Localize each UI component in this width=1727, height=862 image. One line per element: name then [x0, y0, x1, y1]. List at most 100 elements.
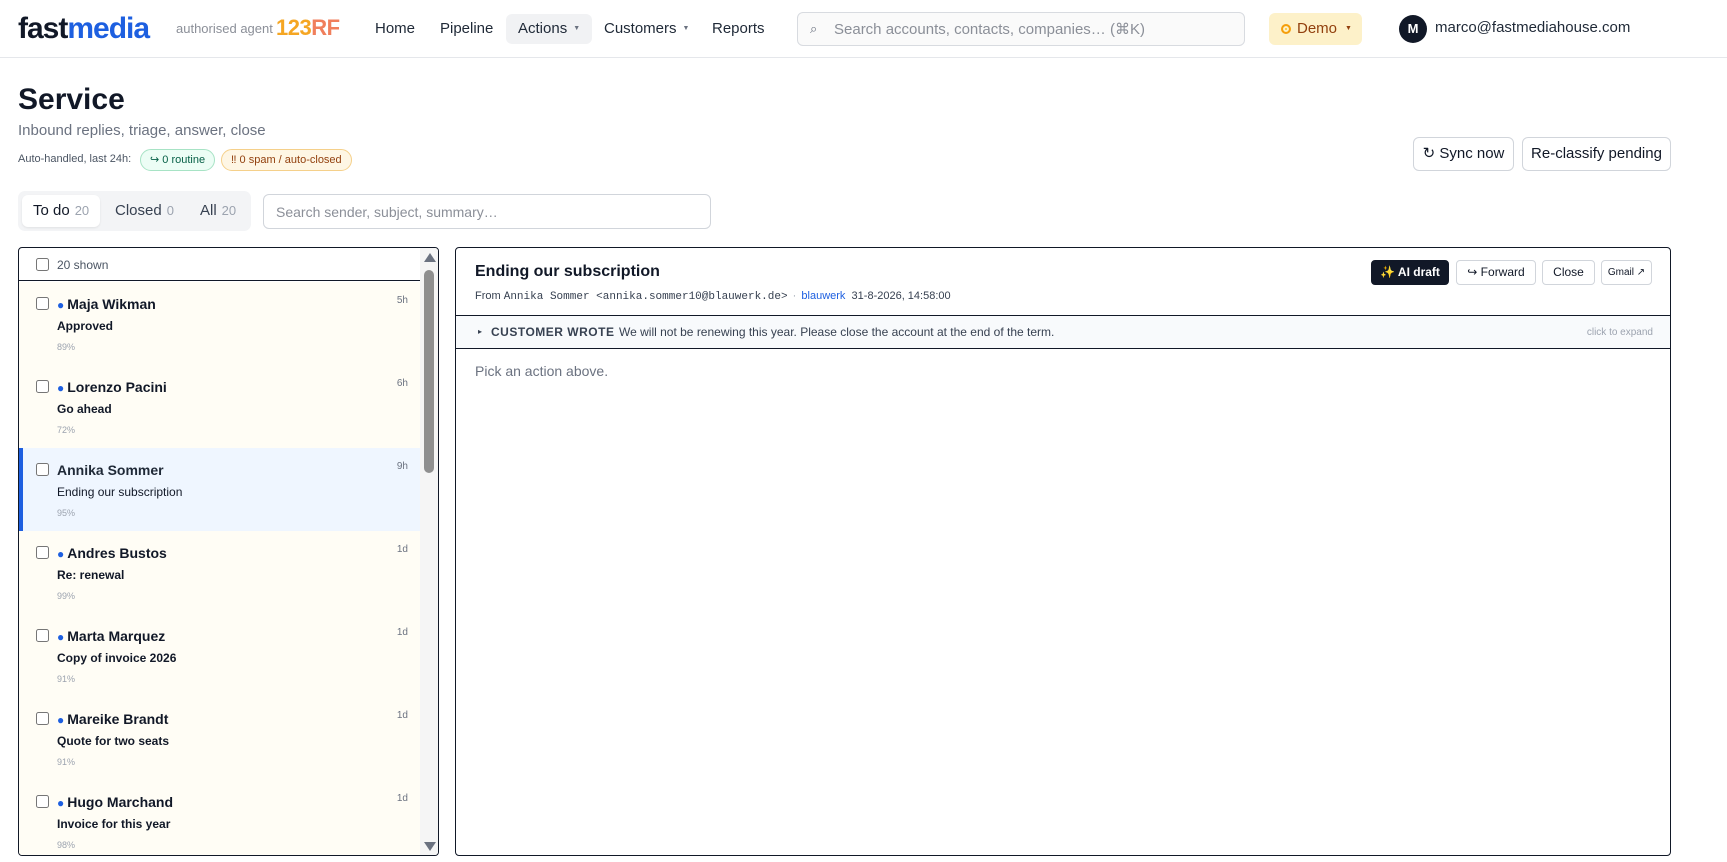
list-item-age: 1d [396, 793, 408, 804]
list-item-selected[interactable]: Annika Sommer Ending our subscription 95… [19, 448, 420, 531]
list-item-subject: Go ahead [57, 402, 112, 416]
unread-dot-icon: ● [57, 630, 65, 644]
expand-triangle-icon: ▸ [478, 327, 483, 336]
routine-badge[interactable]: ↪ 0 routine [140, 149, 216, 171]
list-item[interactable]: ● Maja Wikman Approved 89% 5h [19, 282, 420, 365]
list-item[interactable]: ● Hugo Marchand Invoice for this year 98%… [19, 780, 420, 855]
list-item-subject: Quote for two seats [57, 734, 170, 748]
nav-customers[interactable]: Customers ▼ [592, 14, 701, 44]
tab-all[interactable]: All 20 [189, 195, 247, 227]
inbox-scrollbar[interactable] [420, 248, 438, 855]
spam-badge[interactable]: ‼ 0 spam / auto-closed [221, 149, 352, 171]
list-item-subject: Invoice for this year [57, 817, 171, 831]
company-link[interactable]: blauwerk [801, 290, 845, 302]
list-item-age: 6h [396, 378, 408, 389]
global-search-input[interactable] [834, 13, 1234, 45]
list-item-confidence: 98% [57, 840, 76, 850]
list-item-age: 5h [396, 295, 408, 306]
list-item-subject: Re: renewal [57, 568, 125, 582]
message-meta: From Annika Sommer <annika.sommer10@blau… [475, 290, 951, 303]
sync-now-button[interactable]: ↻ Sync now [1413, 137, 1514, 171]
status-tabs: To do 20 Closed 0 All 20 [18, 191, 251, 231]
message-detail: Ending our subscription From Annika Somm… [455, 247, 1671, 856]
list-item-confidence: 89% [57, 342, 76, 352]
row-checkbox[interactable] [36, 712, 49, 725]
tab-to-do[interactable]: To do 20 [22, 195, 101, 227]
list-item-sender: Annika Sommer [57, 462, 164, 478]
list-item[interactable]: ● Lorenzo Pacini Go ahead 72% 6h [19, 365, 420, 448]
row-checkbox[interactable] [36, 297, 49, 310]
list-item-confidence: 91% [57, 674, 76, 684]
nav-actions[interactable]: Actions ▼ [506, 14, 593, 44]
row-checkbox[interactable] [36, 629, 49, 642]
list-item-sender: ● Hugo Marchand [57, 794, 174, 810]
row-checkbox[interactable] [36, 795, 49, 808]
environment-switcher[interactable]: Demo ▼ [1269, 13, 1362, 45]
ai-draft-button[interactable]: ✨ AI draft [1371, 260, 1449, 285]
list-item-age: 1d [396, 710, 408, 721]
customer-wrote-toggle[interactable]: ▸ CUSTOMER WROTE We will not be renewing… [456, 315, 1670, 349]
message-datetime: 31-8-2026, 14:58:00 [851, 290, 951, 302]
nav-reports[interactable]: Reports [700, 14, 777, 44]
authorised-agent-label: authorised agent [176, 21, 273, 36]
reclassify-pending-button[interactable]: Re-classify pending [1522, 137, 1671, 171]
list-item-sender: ● Lorenzo Pacini [57, 379, 167, 395]
list-item[interactable]: ● Marta Marquez Copy of invoice 2026 91% … [19, 614, 420, 697]
status-dot-icon [1281, 24, 1291, 34]
user-avatar[interactable]: M [1399, 15, 1427, 43]
close-button[interactable]: Close [1542, 260, 1595, 285]
unread-dot-icon: ● [57, 298, 65, 312]
scroll-thumb[interactable] [424, 270, 434, 473]
row-checkbox[interactable] [36, 463, 49, 476]
list-item[interactable]: ● Mareike Brandt Quote for two seats 91% … [19, 697, 420, 780]
expand-hint: click to expand [1586, 327, 1653, 338]
empty-state-text: Pick an action above. [475, 363, 609, 379]
chevron-down-icon: ▼ [573, 25, 581, 33]
tab-closed[interactable]: Closed 0 [104, 195, 185, 227]
list-item-confidence: 95% [57, 508, 76, 518]
row-checkbox[interactable] [36, 380, 49, 393]
message-subject: Ending our subscription [475, 263, 660, 280]
row-checkbox[interactable] [36, 546, 49, 559]
unread-dot-icon: ● [57, 796, 65, 810]
meta-separator: · [792, 290, 797, 302]
select-all-checkbox[interactable] [36, 258, 49, 271]
unread-dot-icon: ● [57, 381, 65, 395]
open-in-gmail-button[interactable]: Gmail ↗ [1601, 260, 1652, 285]
list-item-subject: Approved [57, 319, 114, 333]
scroll-up-arrow-icon[interactable] [424, 253, 436, 262]
list-item-age: 9h [396, 461, 408, 472]
brand-logo[interactable]: fastmedia [18, 12, 150, 46]
list-search-input[interactable] [264, 195, 710, 228]
list-item-sender: ● Maja Wikman [57, 296, 156, 312]
unread-dot-icon: ● [57, 713, 65, 727]
list-item[interactable]: ● Andres Bustos Re: renewal 99% 1d [19, 531, 420, 614]
scroll-down-arrow-icon[interactable] [424, 842, 436, 851]
inbox-list-header: 20 shown [19, 248, 420, 281]
list-item-subject: Copy of invoice 2026 [57, 651, 177, 665]
list-item-subject: Ending our subscription [57, 485, 183, 499]
list-item-sender: ● Mareike Brandt [57, 711, 169, 727]
top-nav: fastmedia authorised agent 123RF Home Pi… [0, 0, 1727, 58]
list-item-sender: ● Marta Marquez [57, 628, 166, 644]
inbox-rows: ● Maja Wikman Approved 89% 5h ● Lorenzo Pa… [19, 282, 420, 855]
list-item-confidence: 72% [57, 425, 76, 435]
list-search [263, 194, 711, 229]
search-icon: ⌕ [810, 21, 818, 36]
list-item-confidence: 99% [57, 591, 76, 601]
nav-pipeline[interactable]: Pipeline [428, 14, 505, 44]
user-email[interactable]: marco@fastmediahouse.com [1435, 19, 1630, 36]
chevron-down-icon: ▼ [682, 25, 690, 33]
nav-home[interactable]: Home [363, 14, 427, 44]
customer-wrote-text: We will not be renewing this year. Pleas… [619, 325, 1055, 339]
forward-button[interactable]: ↪ Forward [1456, 260, 1536, 285]
global-search[interactable]: ⌕ [797, 12, 1245, 46]
page-subtitle: Inbound replies, triage, answer, close [18, 122, 266, 139]
from-prefix: From [475, 290, 501, 302]
list-item-confidence: 91% [57, 757, 76, 767]
page-title: Service [18, 83, 125, 116]
customer-wrote-label: CUSTOMER WROTE [491, 325, 615, 339]
auto-handled-label: Auto-handled, last 24h: [18, 153, 132, 165]
chevron-down-icon: ▼ [1345, 25, 1352, 33]
unread-dot-icon: ● [57, 547, 65, 561]
